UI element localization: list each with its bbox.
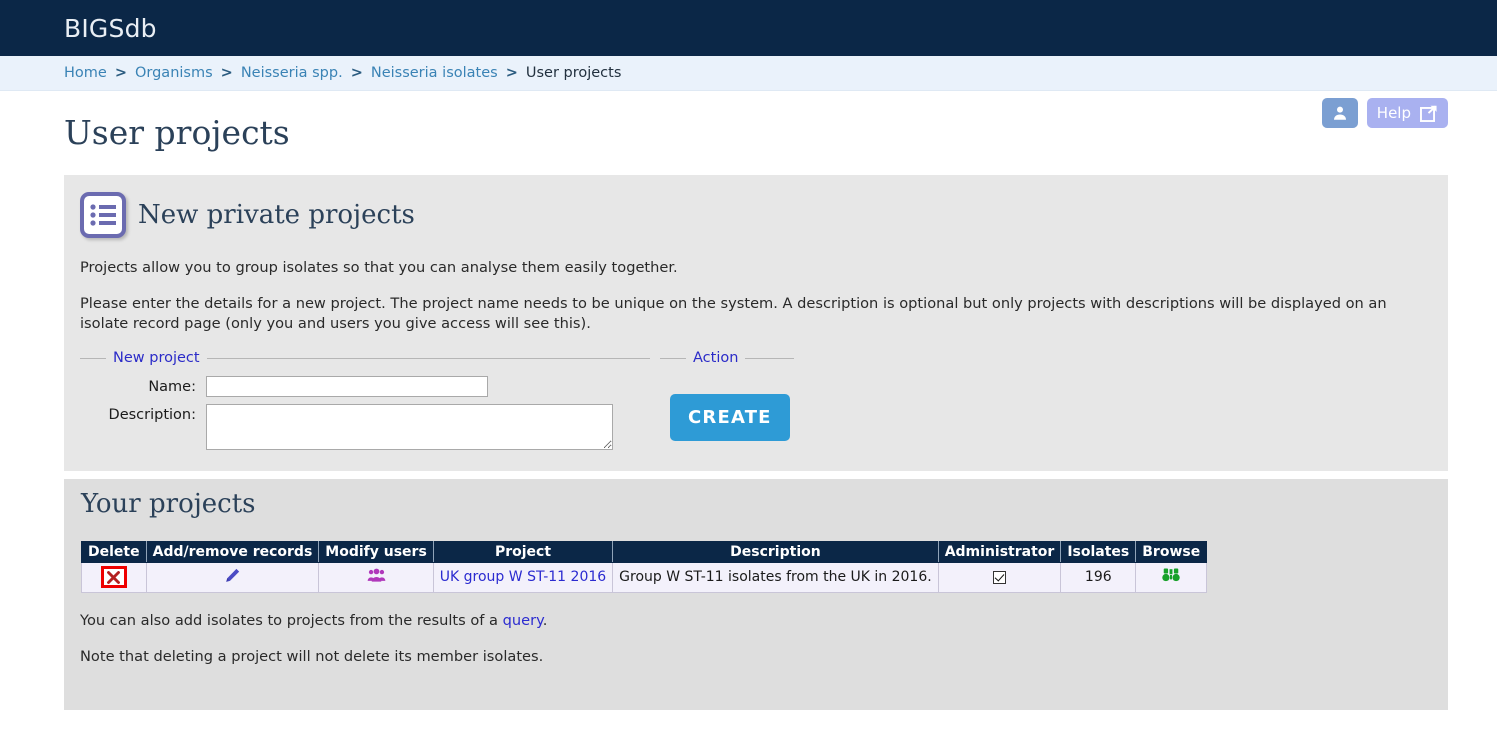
new-project-form: New project Name: Description: Action CR… <box>80 350 1432 464</box>
new-projects-header: New private projects <box>80 192 1432 238</box>
corner-button-group: Help <box>1321 98 1448 128</box>
table-row: UK group W ST-11 2016 Group W ST-11 isol… <box>81 562 1208 593</box>
column-header-isolates: Isolates <box>1060 541 1137 563</box>
binoculars-icon <box>1162 568 1180 582</box>
administrator-checkbox <box>993 570 1006 584</box>
breadcrumb-separator: > <box>220 65 233 81</box>
name-label: Name: <box>148 379 196 396</box>
breadcrumb-separator: > <box>505 65 518 81</box>
projects-table: Delete Add/remove records Modify users P… <box>81 541 1208 593</box>
your-projects-panel: Your projects Delete Add/remove records … <box>64 479 1448 710</box>
help-button-label: Help <box>1376 104 1411 122</box>
breadcrumb-item-neisseria-spp[interactable]: Neisseria spp. <box>241 65 343 81</box>
list-icon <box>80 192 126 238</box>
column-header-modify-users: Modify users <box>318 541 434 563</box>
your-projects-heading: Your projects <box>81 489 256 519</box>
new-projects-paragraph-2: Please enter the details for a new proje… <box>80 295 1387 332</box>
pencil-icon <box>226 568 240 582</box>
users-group-icon <box>367 568 385 582</box>
page-title: User projects <box>64 113 290 152</box>
top-navigation-bar: BIGSdb <box>0 0 1497 56</box>
column-header-browse: Browse <box>1135 541 1208 563</box>
breadcrumb-item-organisms[interactable]: Organisms <box>135 65 213 81</box>
delete-cell[interactable] <box>81 562 147 593</box>
new-project-legend: New project <box>113 350 200 367</box>
project-link[interactable]: UK group W ST-11 2016 <box>440 569 606 585</box>
column-header-project: Project <box>432 541 614 563</box>
user-icon <box>1333 106 1346 120</box>
column-header-add-remove-records: Add/remove records <box>145 541 320 563</box>
create-button[interactable]: CREATE <box>670 394 790 442</box>
delete-note: Note that deleting a project will not de… <box>80 647 544 665</box>
column-header-description: Description <box>612 541 939 563</box>
help-button[interactable]: Help <box>1366 98 1448 128</box>
administrator-cell <box>937 562 1062 593</box>
breadcrumb-item-neisseria-isolates[interactable]: Neisseria isolates <box>371 65 498 81</box>
action-fieldset: Action CREATE <box>660 350 794 449</box>
new-project-fieldset: New project Name: Description: <box>80 350 650 464</box>
user-account-button[interactable] <box>1321 98 1358 128</box>
isolates-count-cell: 196 <box>1060 562 1137 593</box>
breadcrumb: Home > Organisms > Neisseria spp. > Neis… <box>0 56 1497 91</box>
breadcrumb-separator: > <box>350 65 363 81</box>
query-note-after: . <box>542 611 548 629</box>
delete-project-button[interactable] <box>100 566 127 588</box>
breadcrumb-item-current: User projects <box>525 65 622 81</box>
table-header-row: Delete Add/remove records Modify users P… <box>81 541 1208 563</box>
project-description-cell: Group W ST-11 isolates from the UK in 20… <box>612 562 939 593</box>
page-content: Help User projects New private projects … <box>0 91 1497 745</box>
external-link-icon <box>1420 105 1437 122</box>
new-projects-heading: New private projects <box>138 200 415 230</box>
query-note-before: You can also add isolates to projects fr… <box>80 611 503 629</box>
query-note: You can also add isolates to projects fr… <box>80 611 1432 630</box>
breadcrumb-separator: > <box>114 65 127 81</box>
breadcrumb-item-home[interactable]: Home <box>64 65 107 81</box>
description-label: Description: <box>108 407 196 424</box>
delete-x-icon <box>107 570 121 584</box>
app-brand-title: BIGSdb <box>64 13 157 43</box>
column-header-delete: Delete <box>81 541 147 563</box>
description-field-row: Description: <box>84 404 646 451</box>
modify-users-cell[interactable] <box>318 562 434 593</box>
column-header-administrator: Administrator <box>937 541 1062 563</box>
project-name-cell[interactable]: UK group W ST-11 2016 <box>432 562 614 593</box>
name-field-row: Name: <box>84 376 646 398</box>
browse-cell[interactable] <box>1135 562 1208 593</box>
project-description-textarea[interactable] <box>206 404 613 451</box>
new-projects-paragraph-1: Projects allow you to group isolates so … <box>80 259 678 276</box>
action-legend: Action <box>693 350 739 367</box>
project-name-input[interactable] <box>206 376 488 398</box>
query-link[interactable]: query <box>503 612 543 629</box>
add-remove-records-cell[interactable] <box>145 562 320 593</box>
new-private-projects-panel: New private projects Projects allow you … <box>64 175 1448 471</box>
